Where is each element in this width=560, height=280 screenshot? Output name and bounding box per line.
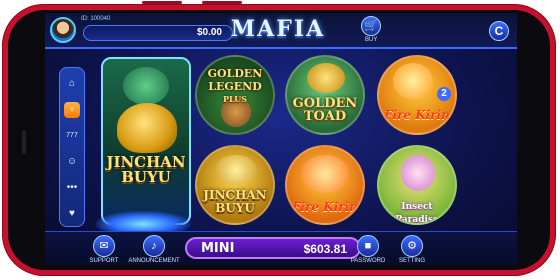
lock-icon: ■ [364, 240, 372, 252]
tile-title: GOLDEN TOAD [287, 97, 363, 123]
balance-display: $0.00 [83, 25, 233, 41]
game-tile-jinchan-buyu[interactable]: JINCHAN BUYU [195, 145, 275, 225]
tile-title-line3: PLUS [223, 94, 247, 104]
favorites-icon[interactable]: ♥ [64, 206, 80, 222]
bell-icon: ♪ [151, 240, 157, 252]
chat-icon: ✉ [99, 240, 109, 252]
tile-title-line2: TOAD [303, 109, 347, 124]
game-tile-insect-paradise[interactable]: Insect Paradise [377, 145, 457, 225]
support-label: SUPPORT [89, 258, 119, 264]
game-tile-golden-toad[interactable]: GOLDEN TOAD [285, 55, 365, 135]
top-bar: ID: 100040 $0.00 MAFIA 🛒 BUY C [45, 13, 517, 49]
buy-button[interactable]: 🛒 [361, 16, 381, 36]
tile-art [393, 63, 433, 99]
tile-art [301, 155, 349, 193]
jackpot-label: MINI [201, 241, 235, 256]
slots-icon[interactable]: 777 [64, 128, 80, 144]
tile-title: Fire Kirin [292, 200, 358, 214]
featured-title-line2: BUYU [121, 168, 171, 186]
app-logo: MAFIA [230, 16, 326, 42]
tile-title-line2: BUYU [215, 201, 255, 215]
announcement-button[interactable]: ♪ [143, 235, 165, 257]
tile-title: GOLDEN LEGEND PLUS [197, 67, 273, 106]
tile-title-line2: LEGEND [208, 80, 262, 93]
home-icon[interactable]: ⌂ [64, 76, 80, 92]
support-button[interactable]: ✉ [93, 235, 115, 257]
tile-title: Insect Paradise [395, 202, 439, 225]
refresh-button[interactable]: C [489, 21, 509, 41]
avatar[interactable] [50, 17, 76, 43]
tile-art [215, 155, 257, 185]
gold-toad-art [117, 103, 177, 153]
game-tile-fire-kirin-2[interactable]: Fire Kirin 2 [377, 55, 457, 135]
jackpot-display: MINI $603.81 [185, 237, 361, 259]
setting-button[interactable]: ⚙ [401, 235, 423, 257]
announcement-label: ANNOUNCEMENT [128, 258, 180, 264]
tile-art [307, 63, 345, 93]
category-sidebar: ⌂ ♆ 777 ☺ ••• ♥ [59, 67, 85, 227]
password-button[interactable]: ■ [357, 235, 379, 257]
more-icon[interactable]: ••• [64, 180, 80, 196]
profile-icon[interactable]: ☺ [64, 154, 80, 170]
game-lobby-screen: ID: 100040 $0.00 MAFIA 🛒 BUY C ⌂ ♆ 777 ☺… [45, 13, 517, 265]
tile-title: Fire Kirin [384, 108, 450, 122]
cart-icon: 🛒 [364, 20, 378, 32]
setting-label: SETTING [398, 258, 425, 264]
featured-game-title: JINCHAN BUYU [103, 155, 189, 185]
bottom-bar: ✉ SUPPORT ♪ ANNOUNCEMENT MINI $603.81 ■ … [45, 231, 517, 265]
gear-icon: ⚙ [407, 240, 417, 252]
phone-side-button [202, 1, 242, 4]
jackpot-amount: $603.81 [303, 242, 347, 256]
version-badge: 2 [437, 87, 451, 101]
game-tile-fire-kirin[interactable]: Fire Kirin [285, 145, 365, 225]
featured-art [123, 67, 169, 105]
buy-label: BUY [365, 37, 378, 43]
game-tile-golden-legend-plus[interactable]: GOLDEN LEGEND PLUS [195, 55, 275, 135]
player-id: ID: 100040 [81, 16, 111, 22]
tile-title-line1: GOLDEN [207, 67, 263, 80]
phone-side-button [142, 1, 182, 4]
refresh-icon: C [494, 24, 504, 38]
tile-title: JINCHAN BUYU [197, 189, 273, 215]
phone-notch [22, 130, 26, 154]
featured-game-jinchan-buyu[interactable]: JINCHAN BUYU [101, 57, 191, 225]
fish-games-icon[interactable]: ♆ [64, 102, 80, 118]
tile-art [401, 155, 435, 191]
